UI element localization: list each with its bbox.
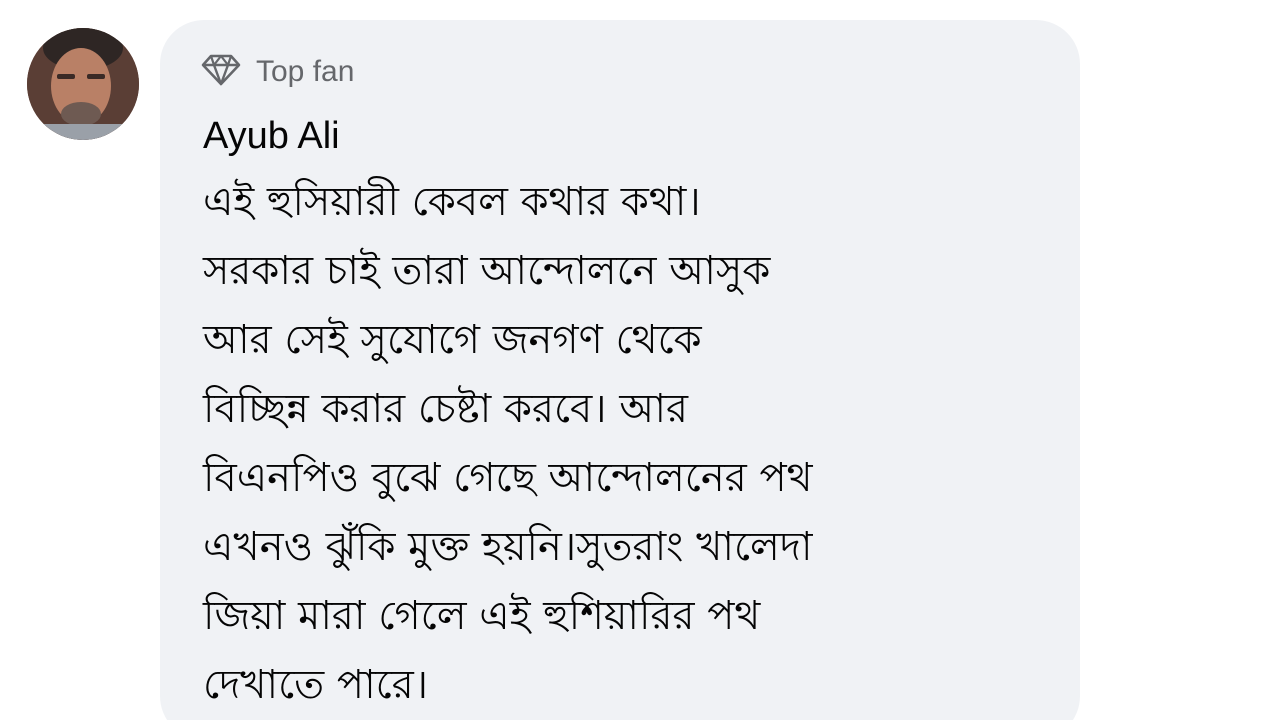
author-name[interactable]: Ayub Ali xyxy=(203,112,340,160)
avatar-photo xyxy=(27,28,139,140)
comment-line: এখনও ঝুঁকি মুক্ত হয়নি।সুতরাং খালেদা xyxy=(203,524,813,570)
comment-line: আর সেই সুযোগে জনগণ থেকে xyxy=(203,317,702,363)
comment-line: এই হুসিয়ারী কেবল কথার কথা। xyxy=(203,179,701,225)
avatar[interactable] xyxy=(27,28,139,140)
top-fan-badge[interactable]: Top fan xyxy=(200,52,354,92)
badge-label: Top fan xyxy=(256,55,355,88)
comment-line: বিএনপিও বুঝে গেছে আন্দোলনের পথ xyxy=(203,455,813,501)
comment-text: এই হুসিয়ারী কেবল কথার কথা। সরকার চাই তা… xyxy=(203,168,1063,720)
diamond-icon xyxy=(200,53,242,91)
previous-comment-edge xyxy=(388,0,448,6)
comment-screen: Top fan Ayub Ali এই হুসিয়ারী কেবল কথার … xyxy=(0,0,1280,720)
comment-line: সরকার চাই তারা আন্দোলনে আসুক xyxy=(203,248,771,294)
comment-line: জিয়া মারা গেলে এই হুশিয়ারির পথ xyxy=(203,593,761,639)
comment-line: বিচ্ছিন্ন করার চেষ্টা করবে। আর xyxy=(203,386,688,432)
comment-line: দেখাতে পারে। xyxy=(203,662,429,708)
